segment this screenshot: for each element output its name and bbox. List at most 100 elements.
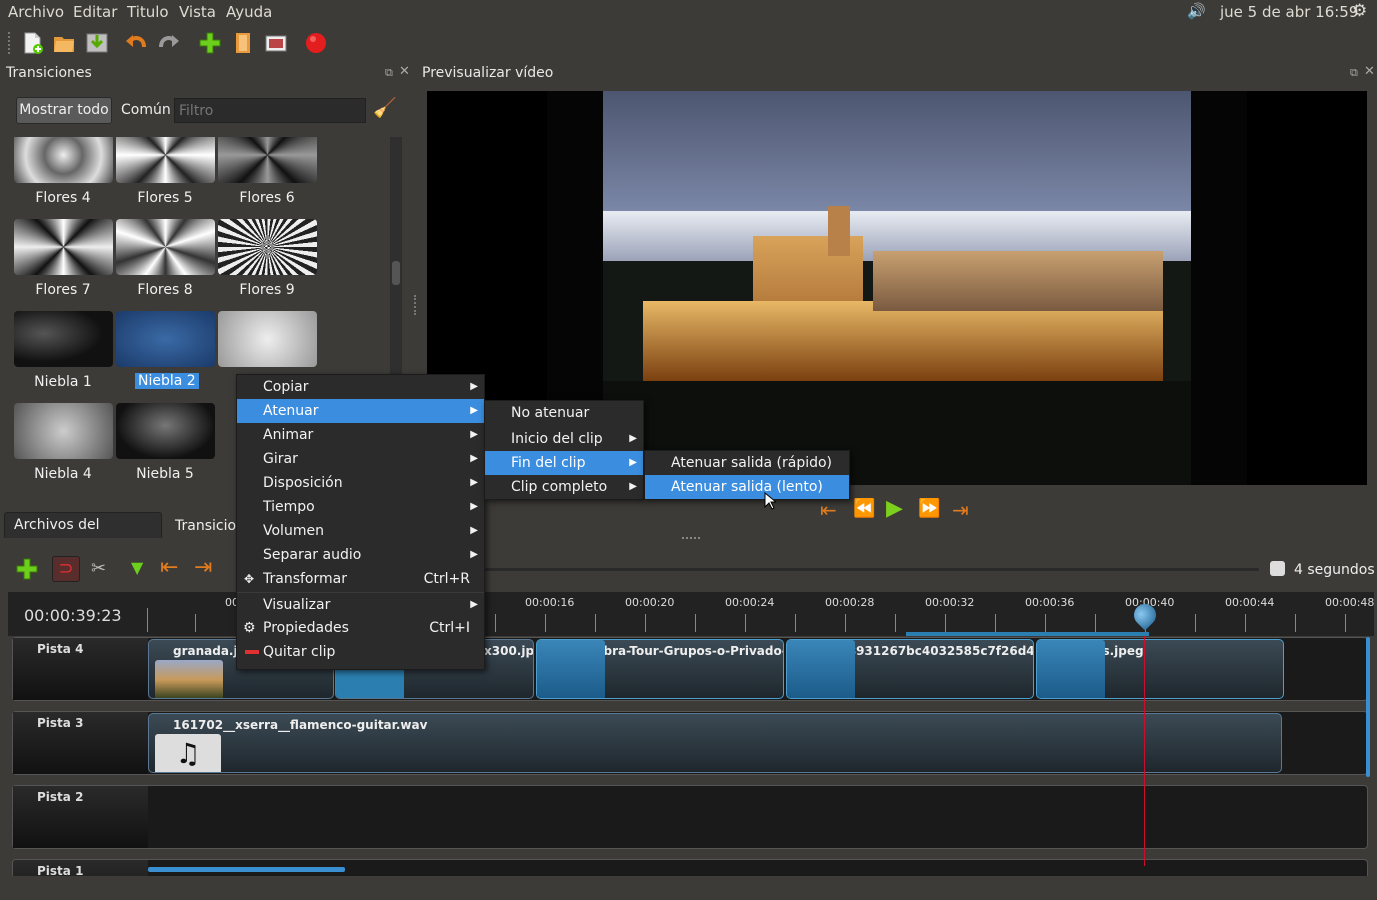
clip[interactable]: images.jpeg — [1036, 639, 1284, 699]
clip[interactable]: Alhambra-Tour-Grupos-o-Privado-Gr... — [536, 639, 784, 699]
menu-item-quitar-clip[interactable]: Quitar clip — [237, 640, 484, 664]
menu-item-volumen[interactable]: Volumen ▶ — [237, 519, 484, 543]
menu-item-animar[interactable]: Animar ▶ — [237, 423, 484, 447]
timeline-vertical-scrollbar[interactable] — [1366, 637, 1370, 777]
next-marker-icon[interactable]: ⇥ — [194, 555, 212, 580]
menu-shortcut: Ctrl+I — [429, 620, 470, 636]
transition-tile[interactable] — [116, 311, 215, 367]
menu-item-copiar[interactable]: Copiar ▶ — [237, 375, 484, 399]
jump-start-icon[interactable]: ⇤ — [820, 498, 837, 522]
transition-tile[interactable] — [116, 137, 215, 183]
save-project-icon[interactable] — [85, 31, 109, 55]
rewind-icon[interactable]: ⏪ — [853, 498, 875, 519]
scrollbar-thumb[interactable] — [392, 261, 400, 285]
menu-item-separar-audio[interactable]: Separar audio ▶ — [237, 543, 484, 567]
menu-item-no-atenuar[interactable]: No atenuar — [485, 401, 643, 425]
clip[interactable]: th_a08931267bc4032585c7f26d4b99... — [786, 639, 1034, 699]
panel-splitter-horizontal[interactable] — [682, 537, 700, 539]
new-project-icon[interactable] — [20, 31, 44, 55]
export-frames-icon[interactable] — [264, 31, 288, 55]
film-strip-icon[interactable] — [231, 31, 255, 55]
add-file-icon[interactable] — [198, 31, 222, 55]
settings-gear-icon[interactable]: ⚙ — [1352, 1, 1367, 21]
ruler-tick-label: 00:00:32 — [925, 596, 975, 609]
clear-filter-broom-icon[interactable]: 🧹 — [373, 96, 397, 119]
menu-item-propiedades[interactable]: ⚙ Propiedades Ctrl+I — [237, 616, 484, 640]
menu-item-tiempo[interactable]: Tiempo ▶ — [237, 495, 484, 519]
menu-item-fade-out-fast[interactable]: Atenuar salida (rápido) — [645, 451, 849, 475]
track: Pista 3 161702__xserra__flamenco-guitar.… — [12, 711, 1368, 775]
common-filter-button[interactable]: Común — [121, 102, 171, 118]
menu-item-inicio-clip[interactable]: Inicio del clip ▶ — [485, 427, 643, 451]
transition-tile[interactable] — [218, 219, 317, 275]
transition-tile[interactable] — [14, 311, 113, 367]
track-header[interactable]: Pista 3 — [13, 712, 148, 774]
undock-icon[interactable]: ⧉ — [385, 66, 393, 80]
redo-icon[interactable] — [157, 31, 181, 55]
menu-label: Inicio del clip — [511, 431, 603, 447]
zoom-label: 4 segundos — [1294, 562, 1375, 578]
menu-archivo[interactable]: Archivo — [8, 3, 64, 21]
tab-project-files[interactable]: Archivos del proyecto — [4, 512, 162, 557]
menu-label: Tiempo — [263, 499, 315, 515]
close-panel-icon[interactable]: ✕ — [1364, 64, 1375, 79]
tab-transitions[interactable]: Transicion — [165, 514, 245, 538]
show-all-button[interactable]: Mostrar todo — [16, 97, 112, 124]
menu-vista[interactable]: Vista — [179, 3, 216, 21]
clip-thumbnail — [155, 660, 223, 698]
menu-item-disposicion[interactable]: Disposición ▶ — [237, 471, 484, 495]
menu-item-fin-clip[interactable]: Fin del clip ▶ — [485, 451, 643, 475]
open-project-icon[interactable] — [52, 31, 76, 55]
menu-ayuda[interactable]: Ayuda — [226, 3, 272, 21]
menu-item-fade-out-slow[interactable]: Atenuar salida (lento) — [645, 475, 849, 499]
previous-marker-icon[interactable]: ⇤ — [160, 555, 178, 580]
record-export-icon[interactable] — [304, 31, 328, 55]
menu-item-atenuar[interactable]: Atenuar ▶ — [237, 399, 484, 423]
menu-item-transformar[interactable]: ✥ Transformar Ctrl+R — [237, 567, 484, 591]
transition-tile[interactable] — [116, 403, 215, 459]
timeline-ruler[interactable]: 00:00:39:23 00 00:00:16 00:00:20 00:00:2… — [8, 592, 1374, 636]
menu-titulo[interactable]: Titulo — [127, 3, 169, 21]
system-clock[interactable]: jue 5 de abr 16:59 — [1220, 3, 1358, 21]
jump-end-icon[interactable]: ⇥ — [952, 498, 969, 522]
tile-label: Flores 8 — [137, 282, 193, 298]
zoom-slider-handle[interactable] — [1270, 561, 1285, 576]
undo-icon[interactable] — [124, 31, 148, 55]
razor-scissors-icon[interactable]: ✂ — [91, 558, 106, 579]
add-track-icon[interactable] — [14, 556, 40, 582]
snap-magnet-icon[interactable]: ⊃ — [52, 556, 80, 582]
menu-item-girar[interactable]: Girar ▶ — [237, 447, 484, 471]
menu-editar[interactable]: Editar — [73, 3, 117, 21]
filter-input[interactable] — [174, 98, 366, 123]
submenu-arrow-icon: ▶ — [470, 525, 478, 536]
menu-item-visualizar[interactable]: Visualizar ▶ — [237, 592, 484, 616]
transition-tile[interactable] — [116, 219, 215, 275]
menu-label: Quitar clip — [263, 644, 336, 660]
play-icon[interactable]: ▶ — [886, 496, 903, 521]
submenu-arrow-icon: ▶ — [470, 501, 478, 512]
panel-splitter[interactable] — [414, 295, 418, 315]
fast-forward-icon[interactable]: ⏩ — [918, 498, 940, 519]
transition-tile[interactable] — [218, 311, 317, 367]
track-header[interactable]: Pista 4 — [13, 638, 148, 700]
transitions-title: Transiciones — [6, 65, 92, 81]
submenu-arrow-icon: ▶ — [629, 457, 637, 468]
transition-tile[interactable] — [218, 137, 317, 183]
openshot-window: Archivo Editar Titulo Vista Ayuda 🔊 jue … — [0, 0, 1377, 900]
submenu-arrow-icon: ▶ — [629, 433, 637, 444]
zoom-slider-track[interactable] — [484, 568, 1259, 571]
undock-icon[interactable]: ⧉ — [1350, 66, 1358, 80]
selection-range — [906, 632, 1149, 636]
clip[interactable]: 161702__xserra__flamenco-guitar.wav ♫ — [148, 713, 1282, 773]
close-panel-icon[interactable]: ✕ — [399, 64, 410, 79]
menu-item-clip-completo[interactable]: Clip completo ▶ — [485, 475, 643, 499]
submenu-arrow-icon: ▶ — [470, 381, 478, 392]
transition-tile[interactable] — [14, 137, 113, 183]
transition-tile[interactable] — [14, 403, 113, 459]
transition-tile[interactable] — [14, 219, 113, 275]
add-marker-icon[interactable]: ▼ — [131, 558, 143, 577]
clip-context-menu: Copiar ▶ Atenuar ▶ Animar ▶ Girar ▶ Disposic… — [236, 374, 485, 670]
volume-icon[interactable]: 🔊 — [1187, 2, 1206, 20]
track-header[interactable]: Pista 2 — [13, 786, 148, 848]
timeline-horizontal-scrollbar[interactable] — [148, 867, 345, 872]
